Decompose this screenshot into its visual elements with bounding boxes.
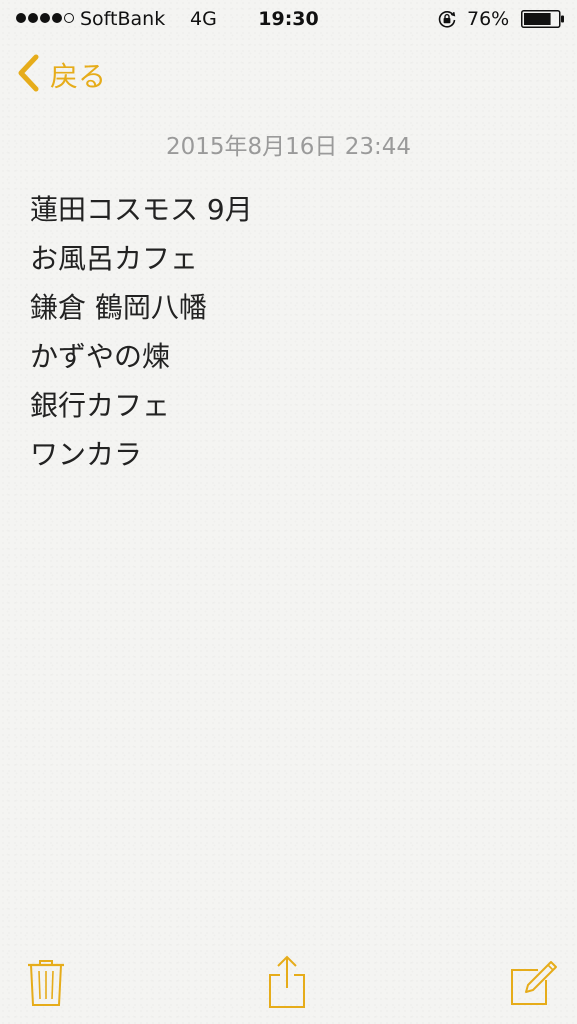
- battery-percentage: 76%: [467, 8, 510, 30]
- trash-icon: [26, 958, 66, 1008]
- note-line[interactable]: 鎌倉 鶴岡八幡: [30, 283, 550, 332]
- rotation-lock-icon: [437, 9, 457, 29]
- trash-button[interactable]: [26, 958, 66, 1008]
- note-line[interactable]: 銀行カフェ: [30, 381, 550, 430]
- share-icon: [266, 954, 308, 1010]
- compose-icon: [508, 958, 558, 1008]
- note-line[interactable]: かずやの煉: [30, 332, 550, 381]
- note-line[interactable]: ワンカラ: [30, 430, 550, 479]
- battery-icon: [521, 10, 565, 28]
- note-line[interactable]: お風呂カフェ: [30, 234, 550, 283]
- note-date: 2015年8月16日 23:44: [165, 134, 412, 160]
- note-line[interactable]: 蓮田コスモス 9月: [30, 185, 550, 234]
- share-button[interactable]: [266, 954, 308, 1010]
- note-body[interactable]: 蓮田コスモス 9月 お風呂カフェ 鎌倉 鶴岡八幡 かずやの煉 銀行カフェ ワンカ…: [30, 185, 550, 479]
- compose-button[interactable]: [508, 958, 558, 1008]
- bottom-toolbar: [0, 950, 577, 1024]
- chevron-left-icon: [16, 54, 40, 96]
- back-button-label: 戻る: [50, 60, 107, 93]
- back-button[interactable]: 戻る: [16, 54, 107, 96]
- status-bar: SoftBank 4G 19:30 76%: [0, 0, 577, 38]
